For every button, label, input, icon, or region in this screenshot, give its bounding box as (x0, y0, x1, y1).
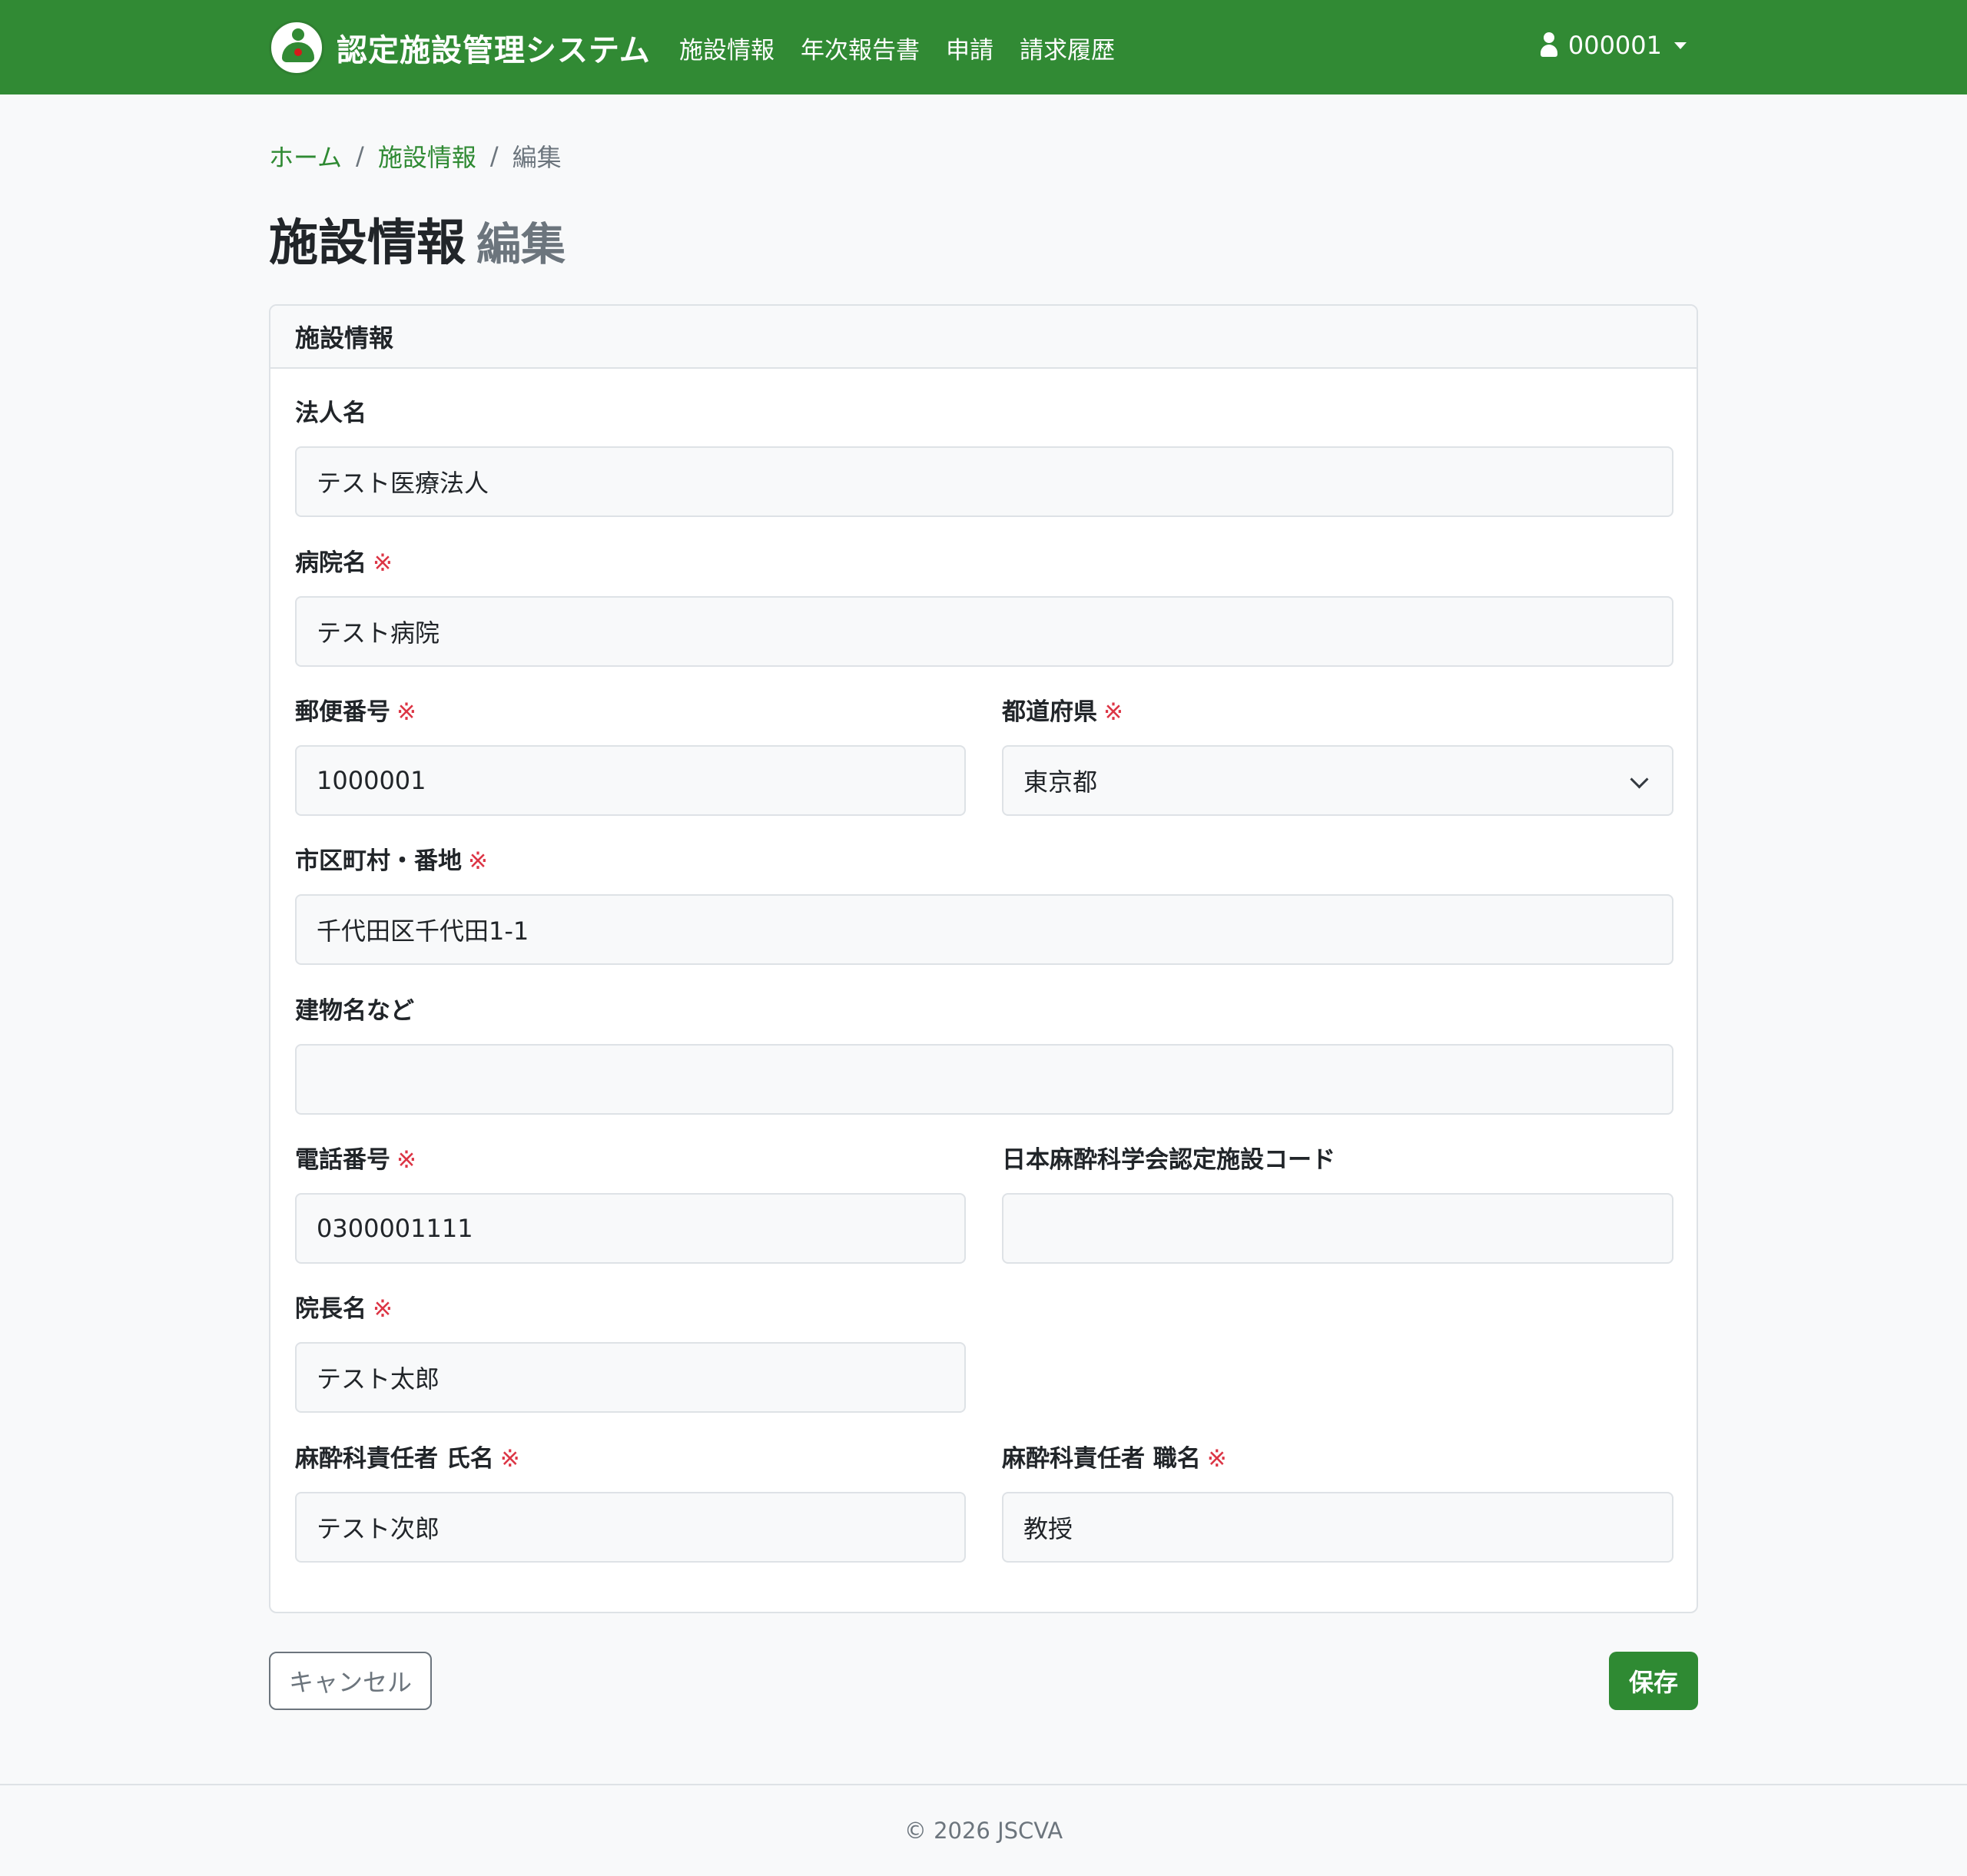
field-postal-code: 郵便番号 ※ 1000001 (295, 697, 966, 816)
director-name-label: 院長名 ※ (295, 1295, 393, 1323)
corporation-name-label: 法人名 (295, 399, 367, 427)
page-title: 施設情報 編集 (269, 204, 566, 274)
app-title: 認定施設管理システム (337, 33, 651, 68)
field-anesth-chief-name: 麻酔科責任者 氏名 ※ テスト次郎 (295, 1443, 966, 1563)
nav-item-facility-info[interactable]: 施設情報 (679, 31, 775, 65)
footer: © 2026 JSCVA (0, 1784, 1967, 1876)
chevron-down-icon (1674, 41, 1687, 49)
page-subtitle: 編集 (476, 218, 566, 270)
jsa-code-label: 日本麻酔科学会認定施設コード (1002, 1146, 1335, 1174)
field-prefecture: 都道府県 ※ 東京都 (1002, 697, 1673, 816)
user-id: 000001 (1567, 31, 1662, 60)
required-mark: ※ (1206, 1445, 1227, 1473)
society-logo (269, 20, 324, 75)
card-header: 施設情報 (270, 306, 1697, 369)
required-mark: ※ (1103, 698, 1123, 726)
user-icon (1540, 32, 1557, 58)
breadcrumb: ホーム / 施設情報 / 編集 (269, 138, 562, 174)
page-title-text: 施設情報 (269, 215, 466, 272)
nav-item-billing-history[interactable]: 請求履歴 (1020, 31, 1115, 65)
required-mark: ※ (373, 549, 393, 577)
prefecture-selected-value: 東京都 (1023, 767, 1098, 797)
postal-code-label: 郵便番号 ※ (295, 698, 416, 726)
phone-label: 電話番号 ※ (295, 1146, 416, 1174)
breadcrumb-separator: / (489, 141, 499, 171)
nav-item-application[interactable]: 申請 (946, 31, 993, 65)
facility-info-card: 施設情報 法人名 テスト医療法人 病院名 ※ テスト病院 郵便番号 ※ 100000… (269, 304, 1698, 1613)
field-city-address: 市区町村・番地 ※ 千代田区千代田1-1 (295, 846, 1673, 965)
save-button[interactable]: 保存 (1609, 1652, 1698, 1710)
city-address-input[interactable]: 千代田区千代田1-1 (295, 894, 1673, 965)
breadcrumb-home[interactable]: ホーム (269, 138, 342, 174)
corporation-name-input[interactable]: テスト医療法人 (295, 446, 1673, 517)
anesth-chief-name-input[interactable]: テスト次郎 (295, 1492, 966, 1563)
nav-item-annual-report[interactable]: 年次報告書 (801, 31, 920, 65)
anesth-chief-title-input[interactable]: 教授 (1002, 1492, 1673, 1563)
field-corporation-name: 法人名 テスト医療法人 (295, 398, 1673, 517)
prefecture-label: 都道府県 ※ (1002, 698, 1123, 726)
phone-input[interactable]: 0300001111 (295, 1193, 966, 1264)
brand-link[interactable]: 認定施設管理システム (269, 20, 651, 75)
anesth-chief-name-label: 麻酔科責任者 氏名 ※ (295, 1445, 520, 1473)
required-mark: ※ (396, 698, 416, 726)
building-label: 建物名など (295, 997, 414, 1025)
required-mark: ※ (396, 1146, 416, 1174)
field-anesth-chief-title: 麻酔科責任者 職名 ※ 教授 (1002, 1443, 1673, 1563)
anesth-chief-title-label: 麻酔科責任者 職名 ※ (1002, 1445, 1227, 1473)
field-jsa-code: 日本麻酔科学会認定施設コード (1002, 1145, 1673, 1264)
field-phone: 電話番号 ※ 0300001111 (295, 1145, 966, 1264)
breadcrumb-separator: / (356, 141, 364, 171)
top-navbar: 認定施設管理システム 施設情報 年次報告書 申請 請求履歴 000001 (0, 0, 1967, 94)
postal-code-input[interactable]: 1000001 (295, 745, 966, 816)
field-hospital-name: 病院名 ※ テスト病院 (295, 548, 1673, 667)
required-mark: ※ (373, 1295, 393, 1323)
user-menu-dropdown[interactable]: 000001 (1540, 31, 1687, 60)
required-mark: ※ (468, 847, 488, 875)
field-building: 建物名など (295, 996, 1673, 1115)
breadcrumb-current: 編集 (512, 143, 562, 172)
hospital-name-input[interactable]: テスト病院 (295, 596, 1673, 667)
hospital-name-label: 病院名 ※ (295, 549, 393, 577)
director-name-input[interactable]: テスト太郎 (295, 1342, 966, 1413)
jsa-code-input[interactable] (1002, 1193, 1673, 1264)
building-input[interactable] (295, 1044, 1673, 1115)
prefecture-select[interactable]: 東京都 (1002, 745, 1673, 816)
footer-copyright: © 2026 JSCVA (904, 1818, 1063, 1844)
cancel-button[interactable]: キャンセル (269, 1652, 432, 1710)
city-address-label: 市区町村・番地 ※ (295, 847, 488, 875)
required-mark: ※ (499, 1445, 520, 1473)
main-nav: 施設情報 年次報告書 申請 請求履歴 (679, 31, 1115, 65)
field-director-name: 院長名 ※ テスト太郎 (295, 1294, 966, 1413)
breadcrumb-facility-info[interactable]: 施設情報 (378, 138, 476, 174)
chevron-down-icon (1630, 770, 1649, 789)
